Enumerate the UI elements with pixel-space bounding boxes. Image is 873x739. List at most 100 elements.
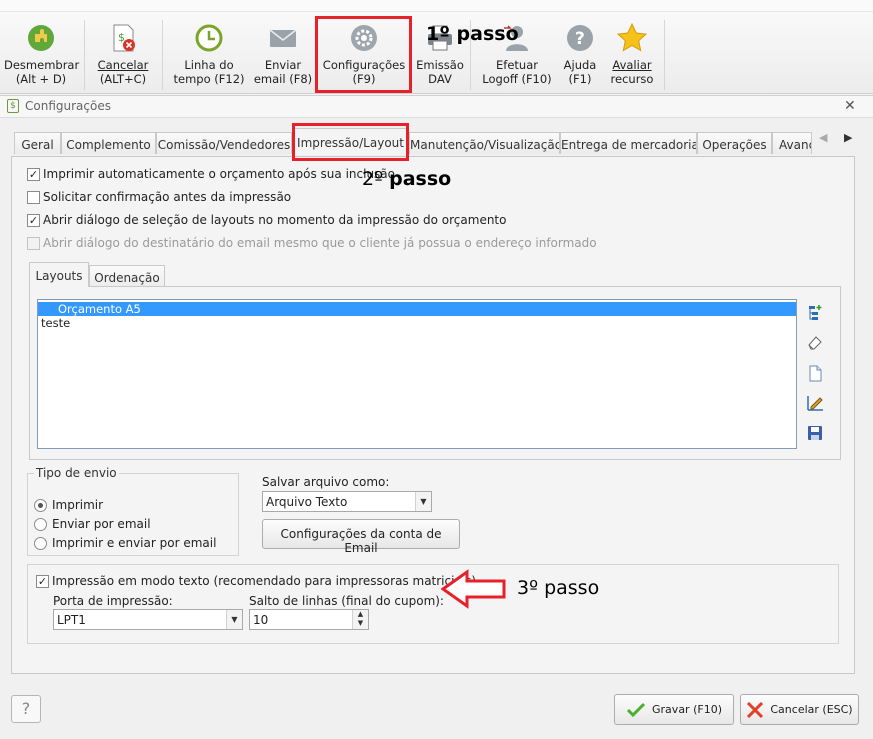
enviar-email-button[interactable]: Enviar email (F8) <box>252 18 314 92</box>
step2-word: passo <box>389 168 452 190</box>
auto-print-checkbox[interactable]: ✓ <box>27 167 40 181</box>
layouts-list[interactable]: Orçamento A5 teste <box>37 299 797 449</box>
tab-entrega-de-mercadoria[interactable]: Entrega de mercadoria <box>560 132 697 154</box>
porta-impressao-label: Porta de impressão: <box>53 594 173 608</box>
tab-layouts[interactable]: Layouts <box>29 262 89 287</box>
tab-operacoes[interactable]: Operações <box>697 132 772 154</box>
layout-dialog-checkbox[interactable]: ✓ <box>27 213 40 227</box>
dialog-app-icon: $ <box>7 99 19 113</box>
confirm-print-checkbox[interactable] <box>27 190 40 204</box>
cancelar-button[interactable]: $ Cancelar (ALT+C) <box>90 18 156 92</box>
auto-print-checkbox-row[interactable]: ✓ Imprimir automaticamente o orçamento a… <box>27 165 395 183</box>
chevron-down-icon[interactable]: ▼ <box>415 492 431 511</box>
enviar-email-label-1: Enviar <box>264 58 302 72</box>
ajuda-button[interactable]: ? Ajuda (F1) <box>560 18 600 92</box>
salto-linhas-value: 10 <box>253 613 269 627</box>
layout-dialog-label: Abrir diálogo de seleção de layouts no m… <box>43 213 507 227</box>
cancelar-dialog-label: Cancelar (ESC) <box>770 703 853 716</box>
edit-layout-icon[interactable] <box>806 394 824 412</box>
tab-avancado[interactable]: Avanç <box>772 132 812 154</box>
list-item[interactable]: Orçamento A5 <box>38 302 796 316</box>
step3-arrow-icon <box>441 569 506 609</box>
dialog-title-bar: $ Configurações ✕ <box>0 96 873 118</box>
salvar-arquivo-select[interactable]: Arquivo Texto ▼ <box>262 491 432 512</box>
close-icon[interactable]: ✕ <box>844 98 856 114</box>
porta-impressao-value: LPT1 <box>57 613 86 627</box>
gravar-button[interactable]: Gravar (F10) <box>614 694 734 725</box>
avaliar-recurso-button[interactable]: Avaliar recurso <box>606 18 658 92</box>
confirm-print-checkbox-row[interactable]: Solicitar confirmação antes da impressão <box>27 188 291 206</box>
salvar-arquivo-value: Arquivo Texto <box>266 495 348 509</box>
step1-annotation: 1º passo <box>426 23 519 45</box>
tab-scroll-right-icon[interactable]: ▶ <box>844 131 852 144</box>
tab-manutencao-visualizacao[interactable]: Manutenção/Visualização <box>409 132 560 154</box>
efetuar-logoff-label-2: Logoff (F10) <box>482 72 552 86</box>
tab-comissao-vendedores[interactable]: Comissão/Vendedores <box>156 132 292 154</box>
clock-icon <box>195 24 223 52</box>
modo-texto-checkbox-row[interactable]: ✓ Impressão em modo texto (recomendado p… <box>36 572 476 590</box>
tab-ordenacao[interactable]: Ordenação <box>89 265 165 287</box>
cancelar-label-1: Cancelar <box>97 58 149 72</box>
enviar-email-label-2: email (F8) <box>253 72 313 86</box>
desmembrar-label-2: (Alt + D) <box>15 72 67 86</box>
step2-highlight <box>292 123 409 161</box>
list-item[interactable]: teste <box>38 316 796 330</box>
eraser-icon[interactable] <box>806 333 824 351</box>
step1-highlight <box>315 16 412 93</box>
layout-dialog-checkbox-row[interactable]: ✓ Abrir diálogo de seleção de layouts no… <box>27 211 506 229</box>
linha-do-tempo-label-2: tempo (F12) <box>173 72 245 86</box>
add-layout-icon[interactable] <box>806 303 824 321</box>
tab-geral[interactable]: Geral <box>14 132 61 154</box>
step3-annotation: 3º passo <box>517 577 600 599</box>
cancelar-dialog-button[interactable]: Cancelar (ESC) <box>740 694 859 725</box>
desmembrar-button[interactable]: Desmembrar (Alt + D) <box>4 18 80 92</box>
efetuar-logoff-label-1: Efetuar <box>496 58 538 72</box>
close-x-icon <box>747 701 764 718</box>
stepper-icon[interactable]: ▲ ▼ <box>352 610 368 629</box>
settings-tabstrip: Geral Complemento Comissão/Vendedores Im… <box>14 128 868 155</box>
emissao-dav-label-1: Emissão <box>416 58 464 72</box>
step2-number: 2º <box>362 168 384 190</box>
cancel-dollar-icon: $ <box>113 24 135 52</box>
cancelar-label-2: (ALT+C) <box>99 72 147 86</box>
salvar-arquivo-label: Salvar arquivo como: <box>262 475 390 489</box>
radio-imprimir[interactable] <box>34 498 47 512</box>
ajuda-label-2: (F1) <box>568 72 592 86</box>
tab-complemento[interactable]: Complemento <box>61 132 156 154</box>
ajuda-label-1: Ajuda <box>563 58 597 72</box>
step2-annotation: 2º passo <box>362 168 451 190</box>
radio-enviar-email-row[interactable]: Enviar por email <box>34 516 151 532</box>
tipo-envio-title: Tipo de envio <box>34 466 119 480</box>
chevron-down-icon[interactable]: ▼ <box>226 610 242 629</box>
salto-linhas-stepper[interactable]: 10 ▲ ▼ <box>249 609 369 630</box>
email-recipient-checkbox-row: Abrir diálogo do destinatário do email m… <box>27 234 597 252</box>
star-icon <box>616 22 648 52</box>
emissao-dav-label-2: DAV <box>428 72 452 86</box>
email-recipient-checkbox <box>27 236 40 250</box>
confirm-print-label: Solicitar confirmação antes da impressão <box>43 190 292 204</box>
avaliar-recurso-label-1: Avaliar <box>612 58 652 72</box>
desmembrar-label-1: Desmembrar <box>4 58 80 72</box>
toolbar-separator <box>84 20 85 90</box>
save-icon[interactable] <box>806 424 824 442</box>
help-button[interactable]: ? <box>11 695 41 723</box>
new-document-icon[interactable] <box>806 364 824 382</box>
svg-text:?: ? <box>575 29 585 49</box>
radio-imprimir-enviar[interactable] <box>34 536 47 550</box>
email-account-config-button[interactable]: Configurações da conta de Email <box>262 519 460 555</box>
radio-enviar-email[interactable] <box>34 517 47 531</box>
radio-imprimir-enviar-row[interactable]: Imprimir e enviar por email <box>34 535 216 551</box>
avaliar-recurso-label-2: recurso <box>610 72 654 86</box>
radio-enviar-email-label: Enviar por email <box>52 517 151 531</box>
linha-do-tempo-button[interactable]: Linha do tempo (F12) <box>172 18 246 92</box>
modo-texto-checkbox[interactable]: ✓ <box>36 574 49 588</box>
help-icon: ? <box>567 25 593 51</box>
salto-linhas-label: Salto de linhas (final do cupom): <box>249 594 444 608</box>
main-toolbar: Desmembrar (Alt + D) $ Cancelar (ALT+C) … <box>0 0 873 94</box>
radio-imprimir-row[interactable]: Imprimir <box>34 497 103 513</box>
dialog-title: Configurações <box>25 99 111 113</box>
radio-imprimir-enviar-label: Imprimir e enviar por email <box>52 536 217 550</box>
tab-scroll-left-icon[interactable]: ◀ <box>819 131 827 144</box>
auto-print-label: Imprimir automaticamente o orçamento apó… <box>43 167 395 181</box>
porta-impressao-select[interactable]: LPT1 ▼ <box>53 609 243 630</box>
